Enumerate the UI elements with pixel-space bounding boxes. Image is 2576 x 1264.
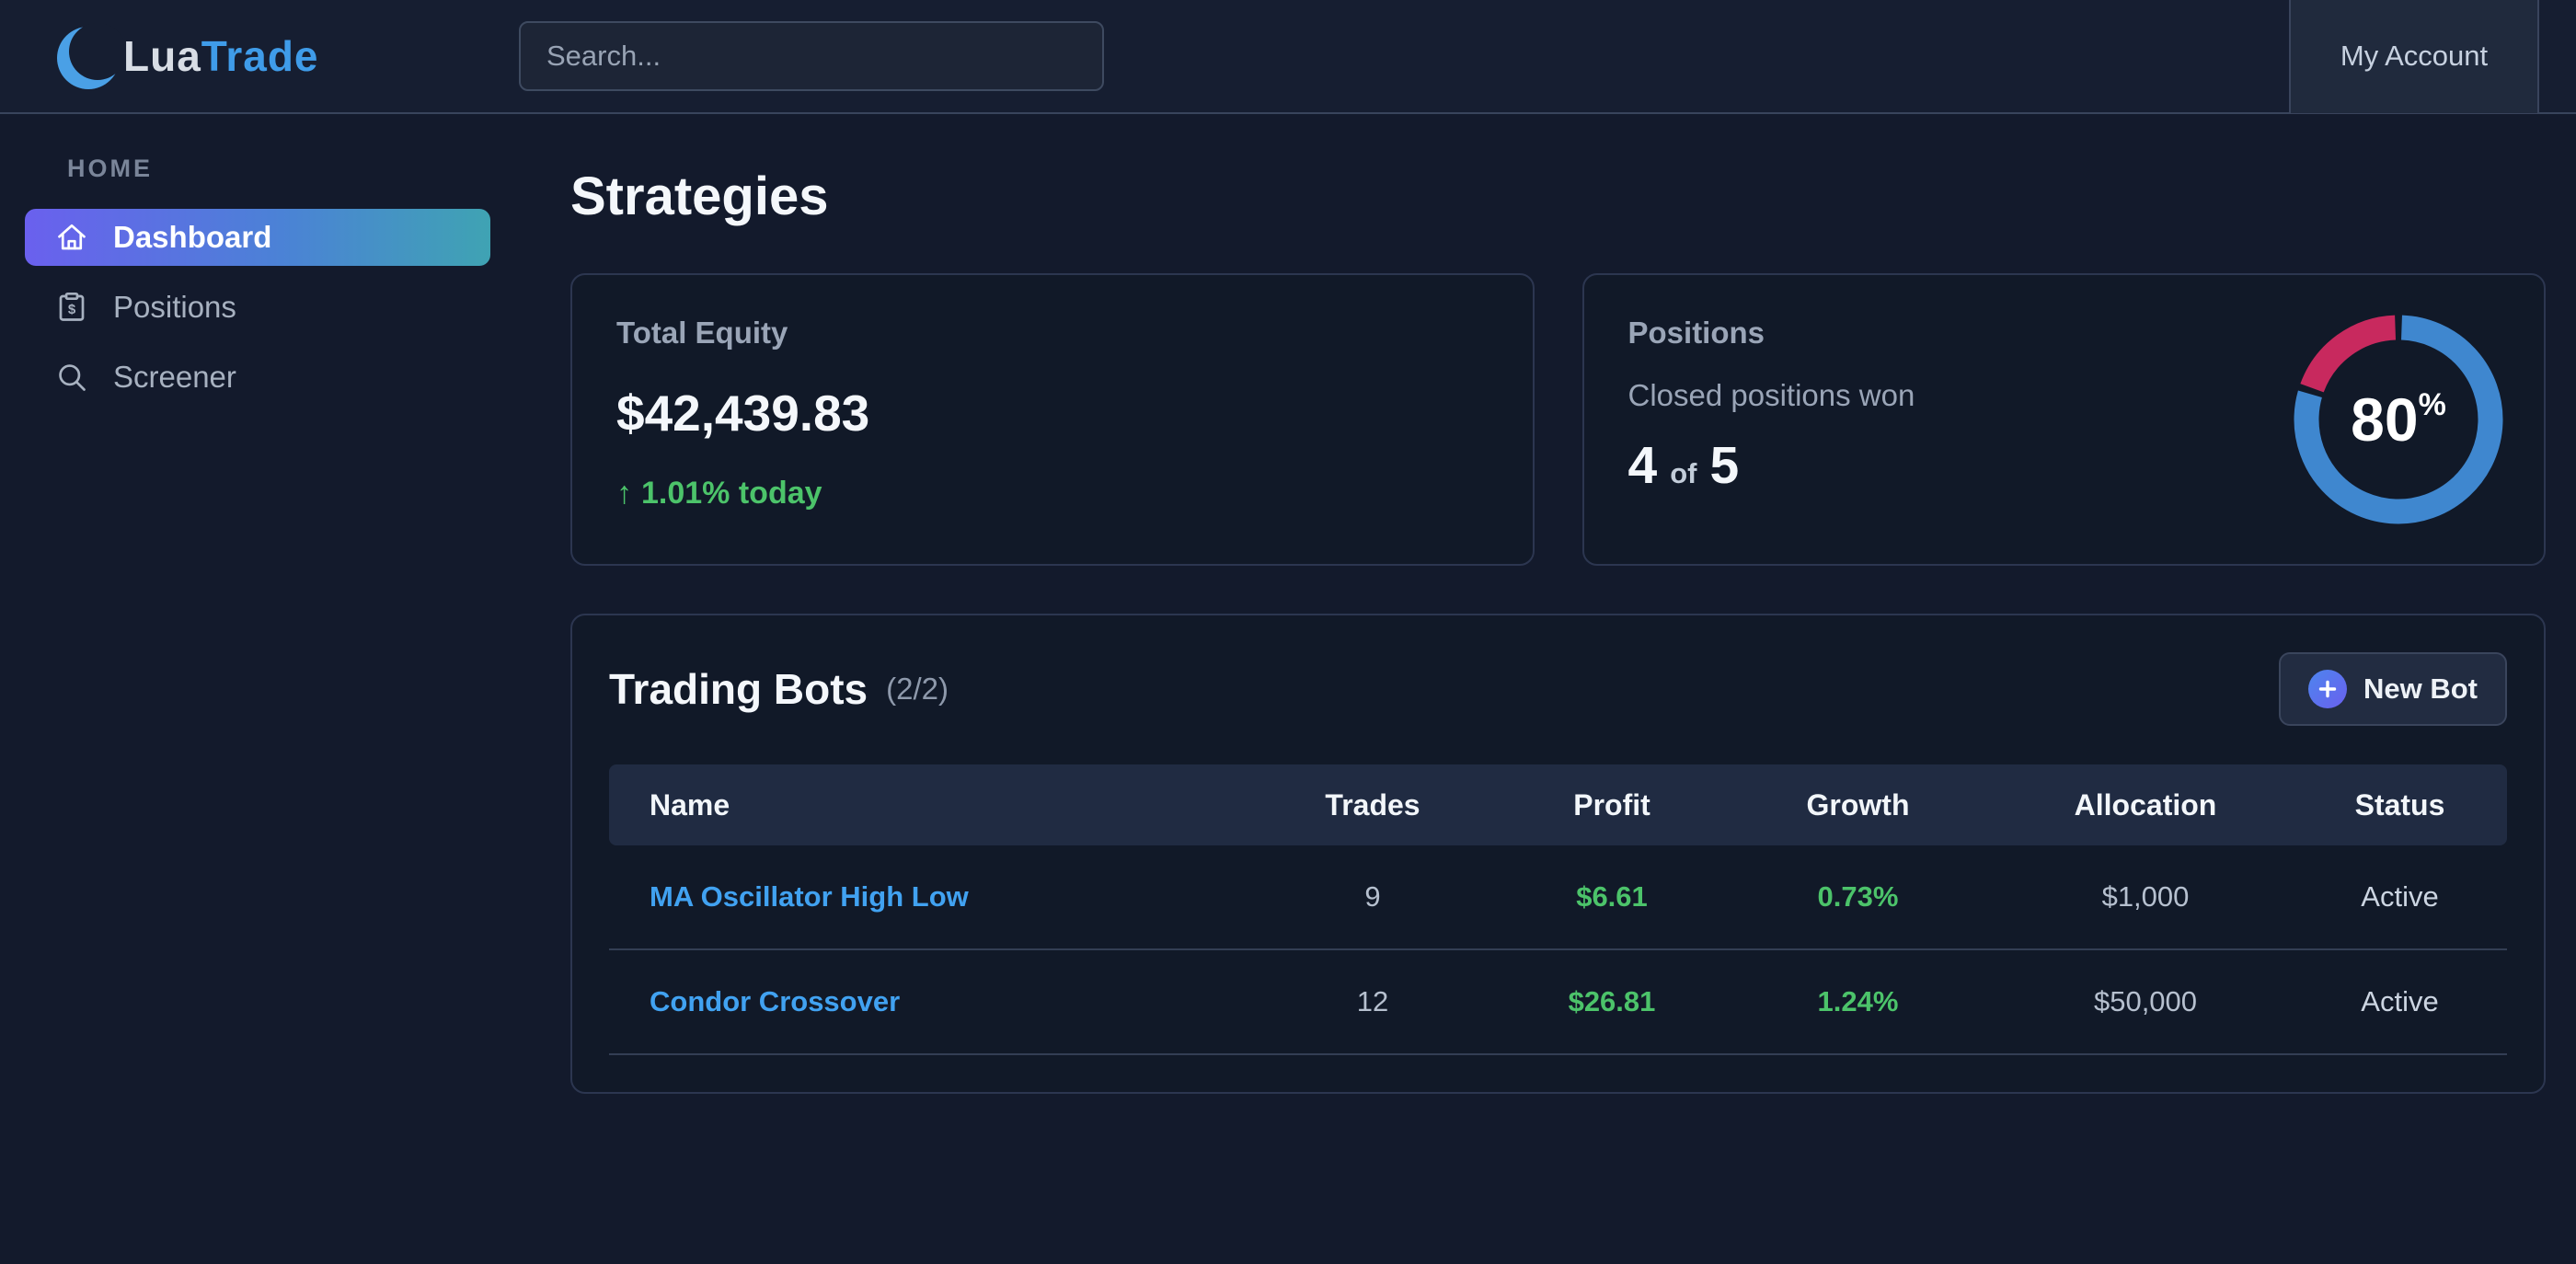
trading-bots-card: Trading Bots (2/2) New Bot Name Trades — [570, 614, 2546, 1094]
table-row[interactable]: Condor Crossover 12 $26.81 1.24% $50,000… — [609, 950, 2507, 1055]
logo-part2: Trade — [201, 32, 319, 80]
bot-trades: 12 — [1239, 985, 1506, 1018]
search-input[interactable] — [519, 21, 1104, 91]
bot-profit: $26.81 — [1506, 985, 1718, 1018]
bots-table: Name Trades Profit Growth Allocation Sta… — [609, 764, 2507, 1055]
bot-status: Active — [2293, 985, 2507, 1018]
new-bot-label: New Bot — [2363, 672, 2478, 706]
up-arrow-icon: ↑ — [616, 476, 632, 511]
bot-allocation: $50,000 — [1998, 985, 2293, 1018]
positions-card: Positions Closed positions won 4 of 5 80… — [1582, 273, 2547, 566]
equity-card-label: Total Equity — [616, 316, 1489, 350]
svg-text:$: $ — [68, 302, 76, 317]
bot-growth: 1.24% — [1718, 985, 1998, 1018]
bots-title: Trading Bots — [609, 664, 868, 714]
search-icon — [55, 361, 88, 394]
sidebar-section-label: HOME — [67, 155, 515, 183]
donut-percent-value: 80 — [2351, 385, 2418, 454]
topbar: LuaTrade My Account — [0, 0, 2576, 114]
donut-percent-unit: % — [2419, 387, 2446, 423]
new-bot-button[interactable]: New Bot — [2279, 652, 2507, 726]
sidebar: HOME Dashboard $ — [0, 114, 515, 1094]
table-row[interactable]: MA Oscillator High Low 9 $6.61 0.73% $1,… — [609, 845, 2507, 950]
my-account-label: My Account — [2340, 40, 2488, 73]
logo: LuaTrade — [0, 10, 519, 102]
plus-icon — [2308, 670, 2347, 708]
win-rate-donut-chart: 80 % — [2294, 315, 2503, 524]
page-title: Strategies — [570, 166, 2546, 227]
logo-part1: Lua — [123, 32, 201, 80]
logo-crescent-icon — [44, 10, 136, 102]
bot-profit: $6.61 — [1506, 880, 1718, 914]
positions-total-count: 5 — [1709, 435, 1739, 496]
bots-count: (2/2) — [886, 672, 949, 707]
bot-name-link[interactable]: MA Oscillator High Low — [609, 880, 1239, 914]
table-header-row: Name Trades Profit Growth Allocation Sta… — [609, 764, 2507, 845]
logo-text: LuaTrade — [123, 31, 319, 81]
equity-value: $42,439.83 — [616, 384, 1489, 442]
main-content: Strategies Total Equity $42,439.83 ↑ 1.0… — [515, 114, 2576, 1094]
equity-change: ↑ 1.01% today — [616, 476, 1489, 511]
positions-won-count: 4 — [1628, 435, 1658, 496]
sidebar-item-label: Positions — [113, 290, 236, 325]
bot-name-link[interactable]: Condor Crossover — [609, 985, 1239, 1018]
column-header-trades: Trades — [1239, 788, 1506, 822]
clipboard-dollar-icon: $ — [55, 291, 88, 324]
sidebar-item-label: Screener — [113, 360, 236, 395]
equity-change-text: 1.01% today — [641, 476, 822, 511]
sidebar-item-dashboard[interactable]: Dashboard — [25, 209, 490, 266]
positions-of-label: of — [1670, 457, 1696, 490]
bot-trades: 9 — [1239, 880, 1506, 914]
column-header-name: Name — [609, 788, 1239, 822]
column-header-allocation: Allocation — [1998, 788, 2293, 822]
total-equity-card: Total Equity $42,439.83 ↑ 1.01% today — [570, 273, 1535, 566]
sidebar-item-screener[interactable]: Screener — [25, 349, 490, 406]
donut-center-label: 80 % — [2294, 315, 2503, 524]
bot-allocation: $1,000 — [1998, 880, 2293, 914]
column-header-status: Status — [2293, 788, 2507, 822]
sidebar-item-positions[interactable]: $ Positions — [25, 279, 490, 336]
column-header-growth: Growth — [1718, 788, 1998, 822]
bot-status: Active — [2293, 880, 2507, 914]
bot-growth: 0.73% — [1718, 880, 1998, 914]
column-header-profit: Profit — [1506, 788, 1718, 822]
sidebar-item-label: Dashboard — [113, 220, 271, 255]
my-account-button[interactable]: My Account — [2289, 0, 2539, 113]
home-icon — [55, 221, 88, 254]
